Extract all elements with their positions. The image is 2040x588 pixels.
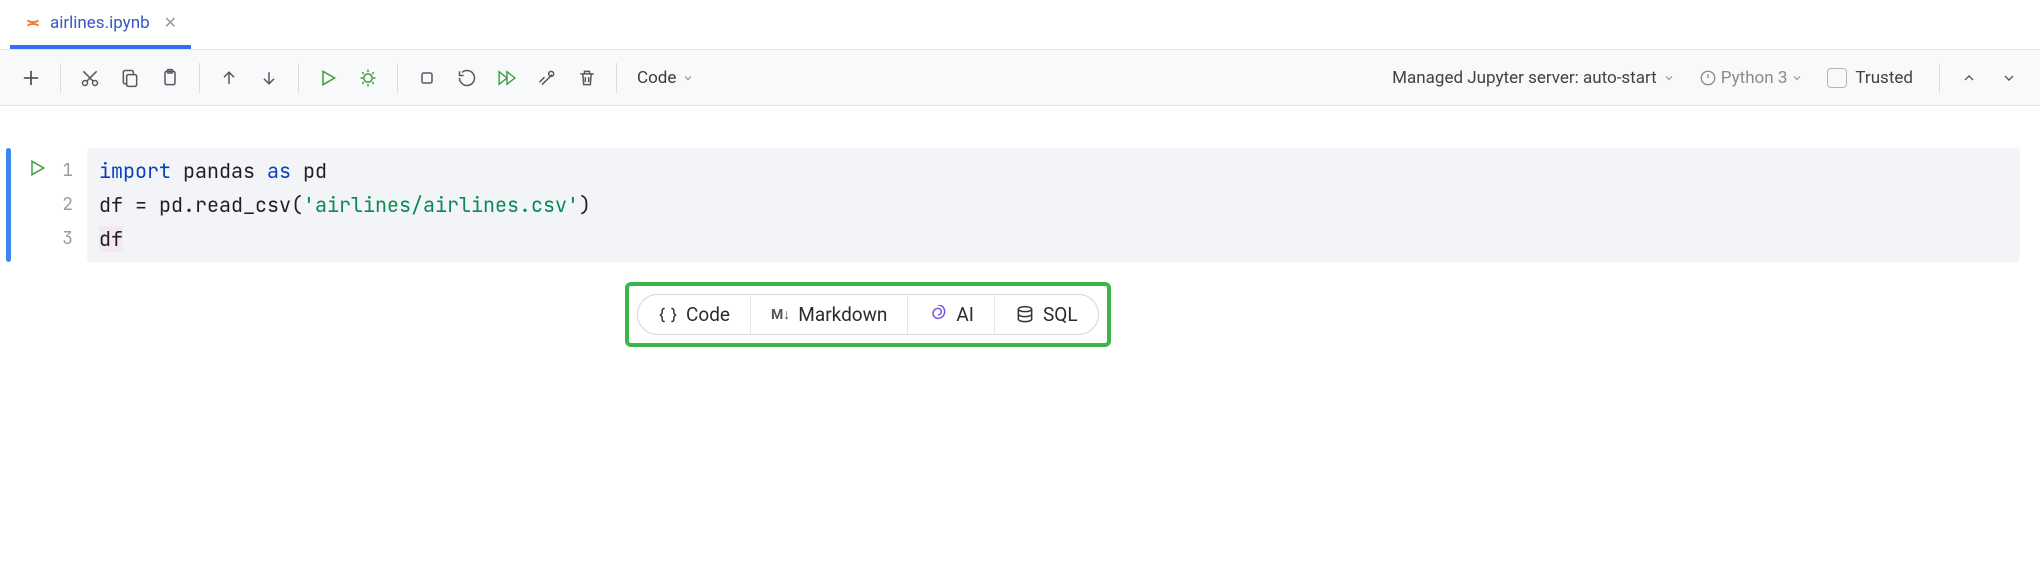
line-number: 2 (57, 188, 73, 222)
kernel-selector[interactable]: Python 3 (1699, 68, 1804, 88)
run-cell-gutter-button[interactable] (23, 154, 51, 182)
chevron-down-icon (682, 72, 694, 84)
jupyter-server-selector[interactable]: Managed Jupyter server: auto-start (1392, 68, 1675, 88)
collapse-down-button[interactable] (1992, 61, 2026, 95)
code-cell: 1 2 3 import pandas as pd df = pd.read_c… (0, 148, 2040, 262)
braces-icon (658, 305, 678, 325)
trusted-checkbox[interactable] (1827, 68, 1847, 88)
notebook-toolbar: Code Managed Jupyter server: auto-start … (0, 50, 2040, 106)
code-editor[interactable]: import pandas as pd df = pd.read_csv('ai… (87, 148, 2020, 262)
jupyter-icon (24, 14, 42, 32)
file-tab[interactable]: airlines.ipynb ✕ (10, 0, 191, 49)
database-icon (1015, 305, 1035, 325)
add-cell-popup: Code M↓ Markdown AI SQL (625, 282, 1111, 347)
cut-button[interactable] (73, 61, 107, 95)
file-tab-label: airlines.ipynb (50, 13, 150, 33)
add-sql-cell-button[interactable]: SQL (994, 295, 1098, 334)
popup-sql-label: SQL (1043, 303, 1078, 326)
kernel-label-text: Python 3 (1721, 68, 1788, 88)
run-cell-button[interactable] (311, 61, 345, 95)
add-cell-button[interactable] (14, 61, 48, 95)
delete-cell-button[interactable] (570, 61, 604, 95)
cell-type-selector[interactable]: Code (629, 64, 702, 92)
debug-cell-button[interactable] (351, 61, 385, 95)
clear-outputs-button[interactable] (530, 61, 564, 95)
line-number: 1 (57, 154, 73, 188)
chevron-down-icon (1663, 72, 1675, 84)
copy-button[interactable] (113, 61, 147, 95)
chevron-down-icon (1791, 72, 1803, 84)
cell-selection-bar (6, 148, 11, 262)
interrupt-button[interactable] (410, 61, 444, 95)
add-code-cell-button[interactable]: Code (638, 295, 750, 334)
power-icon (1699, 69, 1717, 87)
popup-ai-label: AI (956, 303, 974, 326)
cell-type-label: Code (637, 68, 676, 88)
close-icon[interactable]: ✕ (164, 13, 177, 32)
restart-button[interactable] (450, 61, 484, 95)
server-label-text: Managed Jupyter server: auto-start (1392, 68, 1657, 88)
paste-button[interactable] (153, 61, 187, 95)
trusted-label: Trusted (1855, 68, 1913, 88)
line-number-gutter: 1 2 3 (57, 148, 87, 262)
move-up-button[interactable] (212, 61, 246, 95)
run-all-button[interactable] (490, 61, 524, 95)
spiral-icon (928, 305, 948, 325)
markdown-icon: M↓ (771, 306, 790, 323)
add-ai-cell-button[interactable]: AI (907, 295, 994, 334)
tab-bar: airlines.ipynb ✕ (0, 0, 2040, 50)
line-number: 3 (57, 222, 73, 256)
popup-markdown-label: Markdown (798, 303, 887, 326)
trusted-toggle[interactable]: Trusted (1827, 68, 1913, 88)
move-down-button[interactable] (252, 61, 286, 95)
collapse-up-button[interactable] (1952, 61, 1986, 95)
popup-code-label: Code (686, 303, 730, 326)
add-markdown-cell-button[interactable]: M↓ Markdown (750, 295, 907, 334)
